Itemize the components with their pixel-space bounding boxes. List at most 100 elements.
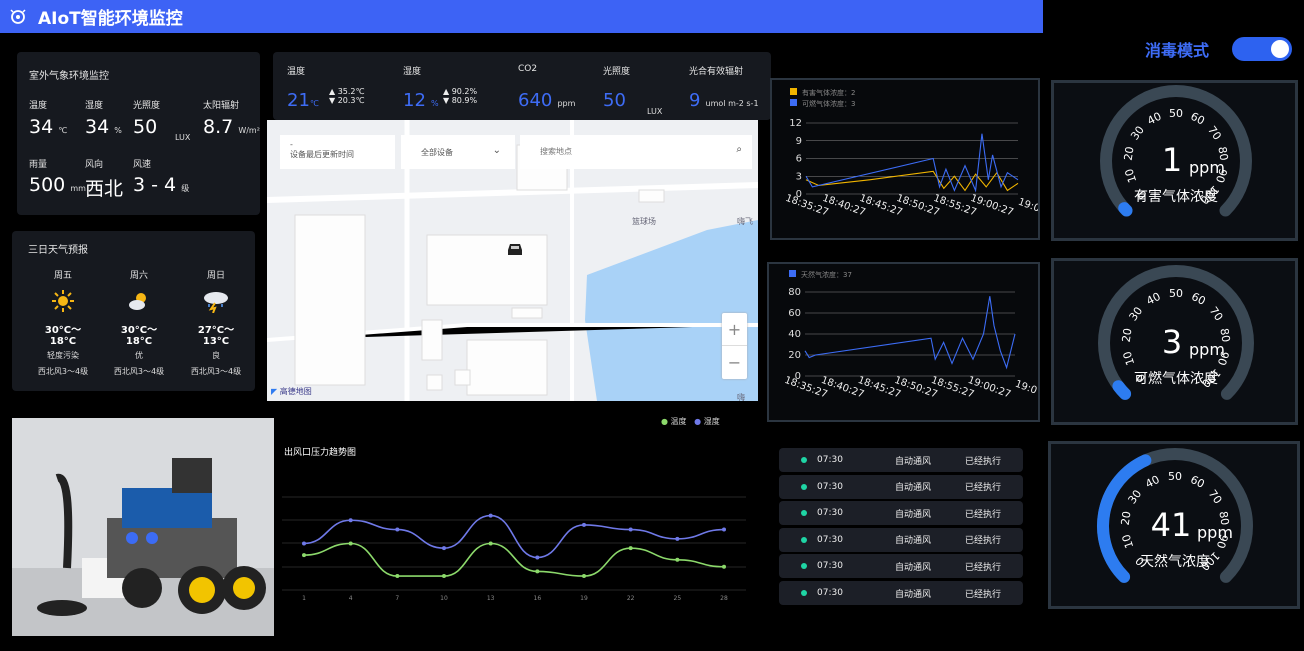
sensor-humidity-unit: %	[431, 99, 439, 108]
search-icon[interactable]: ⌕	[736, 144, 742, 155]
map-view[interactable]: - 设备最后更新时间 全部设备 ⌄ ⌕ 篮球场 嗨飞 嗨 + − ◤ 高德地图	[267, 120, 758, 401]
x-tick-label: 19:00:27	[969, 193, 1015, 219]
gauge-tick-label: 60	[1188, 473, 1206, 491]
gauge-unit: ppm	[1197, 523, 1233, 542]
gauge-panel-natural: 0 10 20 30 40 50 60 70 80 90 100 41 ppm 天然气浓度	[1048, 441, 1300, 609]
x-tick-label: 19:0	[1013, 379, 1038, 397]
outdoor-light-label: 光照度	[133, 101, 161, 111]
map-search-input[interactable]	[520, 135, 710, 167]
log-row: 07:30 自动通风 已经执行	[779, 474, 1023, 499]
app-logo-icon	[10, 8, 26, 24]
log-action: 自动通风	[895, 509, 932, 520]
sensor-par-unit: umol m-2 s-1	[705, 99, 759, 108]
x-tick-label: 4	[349, 595, 353, 602]
outdoor-windspeed-label: 风速	[133, 160, 152, 170]
log-time: 07:30	[817, 481, 843, 492]
data-point	[395, 574, 400, 579]
log-status: 已经执行	[965, 562, 1002, 573]
pressure-plot: 1 4 7 10 13 16 19 22 25 28	[282, 496, 746, 602]
data-point	[628, 527, 633, 532]
sensor-temp-value: 21	[287, 90, 310, 111]
status-dot-icon	[801, 510, 807, 517]
x-tick-label: 7	[395, 595, 399, 602]
top-bar: AIoT智能环境监控	[0, 0, 1043, 33]
up-arrow-icon: ▲	[329, 87, 336, 96]
log-time: 07:30	[817, 534, 843, 545]
car-marker-icon[interactable]	[506, 241, 524, 257]
sensor-light-value: 50	[603, 90, 626, 111]
data-point	[675, 536, 680, 541]
forecast-wind: 西北风3～4级	[37, 367, 89, 376]
map-search-box[interactable]: ⌕	[520, 135, 752, 169]
gauge-tick-label: 70	[1206, 487, 1225, 506]
log-row: 07:30 自动通风 已经执行	[779, 448, 1023, 472]
forecast-temp: 30°C～18°C	[44, 325, 82, 347]
gauge-tick-label: 20	[1120, 327, 1135, 343]
down-arrow-icon: ▼	[443, 96, 450, 105]
y-tick-label: 9	[796, 136, 802, 147]
device-select[interactable]: 全部设备 ⌄	[401, 135, 515, 169]
outdoor-title: 室外气象环境监控	[29, 71, 109, 82]
status-dot-icon	[801, 590, 807, 596]
forecast-day-name: 周五	[53, 271, 72, 281]
gauge-value: 1	[1162, 141, 1182, 179]
down-arrow-icon: ▼	[329, 96, 336, 105]
data-point	[442, 546, 446, 551]
map-logo-text: 高德地图	[279, 387, 312, 396]
log-row: 07:30 自动通风 已经执行	[779, 501, 1023, 526]
harmful-gas-gauge: 010203040 50 607080901001 ppm有害气体浓度	[1100, 85, 1252, 217]
forecast-panel: 三日天气预报 周五 30°C～18°C 轻度污染 西北风3～4级 周六 30°C…	[12, 231, 255, 391]
zoom-in-button[interactable]: +	[722, 313, 747, 346]
data-point	[442, 574, 446, 579]
log-action: 自动通风	[895, 562, 932, 573]
log-time: 07:30	[817, 588, 843, 598]
outdoor-rain-label: 雨量	[29, 160, 48, 170]
forecast-day-3: 周日 27°C～13°C 良 西北风3～4级	[186, 268, 246, 377]
map-place-label: 篮球场	[632, 217, 656, 226]
sensor-temp-unit: ℃	[309, 99, 319, 108]
natural-gas-gauge: 010203040 50 6070809010041 ppm天然气浓度	[1097, 448, 1253, 583]
forecast-day-1: 周五 30°C～18°C 轻度污染 西北风3～4级	[33, 268, 93, 377]
series-line	[303, 542, 725, 577]
outdoor-humidity-label: 湿度	[85, 101, 104, 111]
zoom-out-button[interactable]: −	[722, 346, 747, 379]
data-point	[582, 574, 586, 579]
thunderstorm-icon	[204, 292, 228, 314]
gauge-fill	[1112, 380, 1132, 400]
data-point	[488, 513, 493, 518]
log-status: 已经执行	[965, 536, 1002, 547]
data-point	[395, 527, 400, 532]
y-tick-label: 12	[789, 118, 802, 129]
log-status: 已经执行	[965, 509, 1002, 520]
forecast-day-name: 周六	[129, 271, 148, 281]
gauge-tick-label: 40	[1145, 110, 1163, 128]
gauge-label: 可燃气体浓度	[1134, 370, 1218, 387]
gauge-tick-label: 20	[1119, 510, 1134, 526]
outdoor-light-value: 50	[133, 116, 158, 138]
gauge-tick-label: 40	[1144, 290, 1162, 308]
data-point	[488, 541, 493, 546]
disinfect-toggle[interactable]	[1232, 37, 1292, 61]
app-title: AIoT智能环境监控	[38, 9, 183, 29]
map-time-box[interactable]: - 设备最后更新时间	[280, 135, 395, 169]
gauge-label: 有害气体浓度	[1134, 189, 1218, 205]
device-select-value: 全部设备	[421, 148, 453, 157]
series-line	[804, 296, 1016, 370]
status-dot-icon	[801, 536, 807, 543]
data-point	[348, 518, 353, 523]
gauge-tick-label: 10	[1122, 167, 1139, 184]
map-time-label: 设备最后更新时间	[290, 150, 354, 159]
y-tick-label: 80	[788, 287, 801, 298]
status-dot-icon	[801, 483, 807, 490]
forecast-day-name: 周日	[206, 271, 225, 281]
gauge-panel-harmful: 0 10 20 30 40 50 60 70 80 90 100 1 ppm 有害气体浓度	[1051, 80, 1298, 241]
log-row: 07:30 自动通风 已经执行	[779, 581, 1023, 605]
sensor-co2-value: 640	[518, 90, 553, 111]
gauge-tick-label: 30	[1128, 124, 1147, 143]
chevron-down-icon: ⌄	[492, 145, 501, 156]
gauge-tick-label: 20	[1122, 146, 1137, 162]
forecast-title: 三日天气预报	[28, 245, 88, 256]
series-line	[805, 133, 1019, 193]
outdoor-temp-unit: ℃	[58, 126, 68, 135]
log-time: 07:30	[817, 561, 843, 572]
